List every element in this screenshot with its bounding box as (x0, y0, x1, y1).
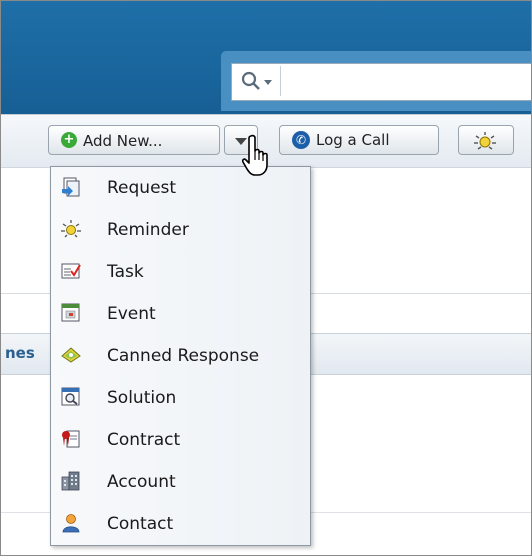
plus-icon: + (61, 132, 77, 148)
menu-item-solution[interactable]: Solution (51, 377, 310, 419)
menu-item-label: Contact (107, 514, 174, 534)
phone-icon: ✆ (292, 131, 310, 149)
account-icon (61, 471, 81, 491)
search-field[interactable] (231, 63, 531, 101)
hand-cursor-icon (241, 134, 272, 178)
reminder-icon (61, 219, 81, 239)
contact-icon (61, 513, 81, 533)
app-header (1, 1, 531, 114)
section-header-label[interactable]: nes (5, 344, 35, 362)
menu-item-label: Account (107, 472, 176, 492)
menu-item-event[interactable]: Event (51, 293, 310, 335)
menu-item-canned-response[interactable]: Canned Response (51, 335, 310, 377)
alarm-icon (473, 131, 497, 155)
menu-item-label: Canned Response (107, 346, 260, 366)
reminder-button[interactable] (458, 125, 514, 155)
menu-item-contract[interactable]: Contract (51, 419, 310, 461)
add-new-button[interactable]: + Add New... (48, 125, 220, 155)
menu-item-account[interactable]: Account (51, 461, 310, 503)
search-icon[interactable] (234, 66, 281, 96)
menu-item-label: Task (107, 262, 144, 282)
search-bar (221, 51, 531, 111)
task-icon (61, 261, 81, 281)
menu-item-label: Reminder (107, 220, 189, 240)
add-new-menu: Request Reminder Task Event Canned Respo… (50, 166, 311, 546)
canned-response-icon (61, 345, 81, 365)
search-input[interactable] (284, 64, 531, 100)
add-new-label: Add New... (83, 132, 163, 150)
event-icon (61, 303, 81, 323)
menu-item-reminder[interactable]: Reminder (51, 209, 310, 251)
solution-icon (61, 387, 81, 407)
request-icon (61, 177, 81, 197)
app-window: + Add New... ✆ Log a Call nes Request Re… (0, 0, 532, 556)
menu-item-label: Request (107, 178, 177, 198)
log-a-call-label: Log a Call (316, 131, 390, 149)
menu-item-label: Contract (107, 430, 181, 450)
menu-item-label: Event (107, 304, 156, 324)
log-a-call-button[interactable]: ✆ Log a Call (279, 125, 439, 155)
menu-item-task[interactable]: Task (51, 251, 310, 293)
menu-item-label: Solution (107, 388, 177, 408)
contract-icon (61, 429, 81, 449)
menu-item-contact[interactable]: Contact (51, 503, 310, 545)
